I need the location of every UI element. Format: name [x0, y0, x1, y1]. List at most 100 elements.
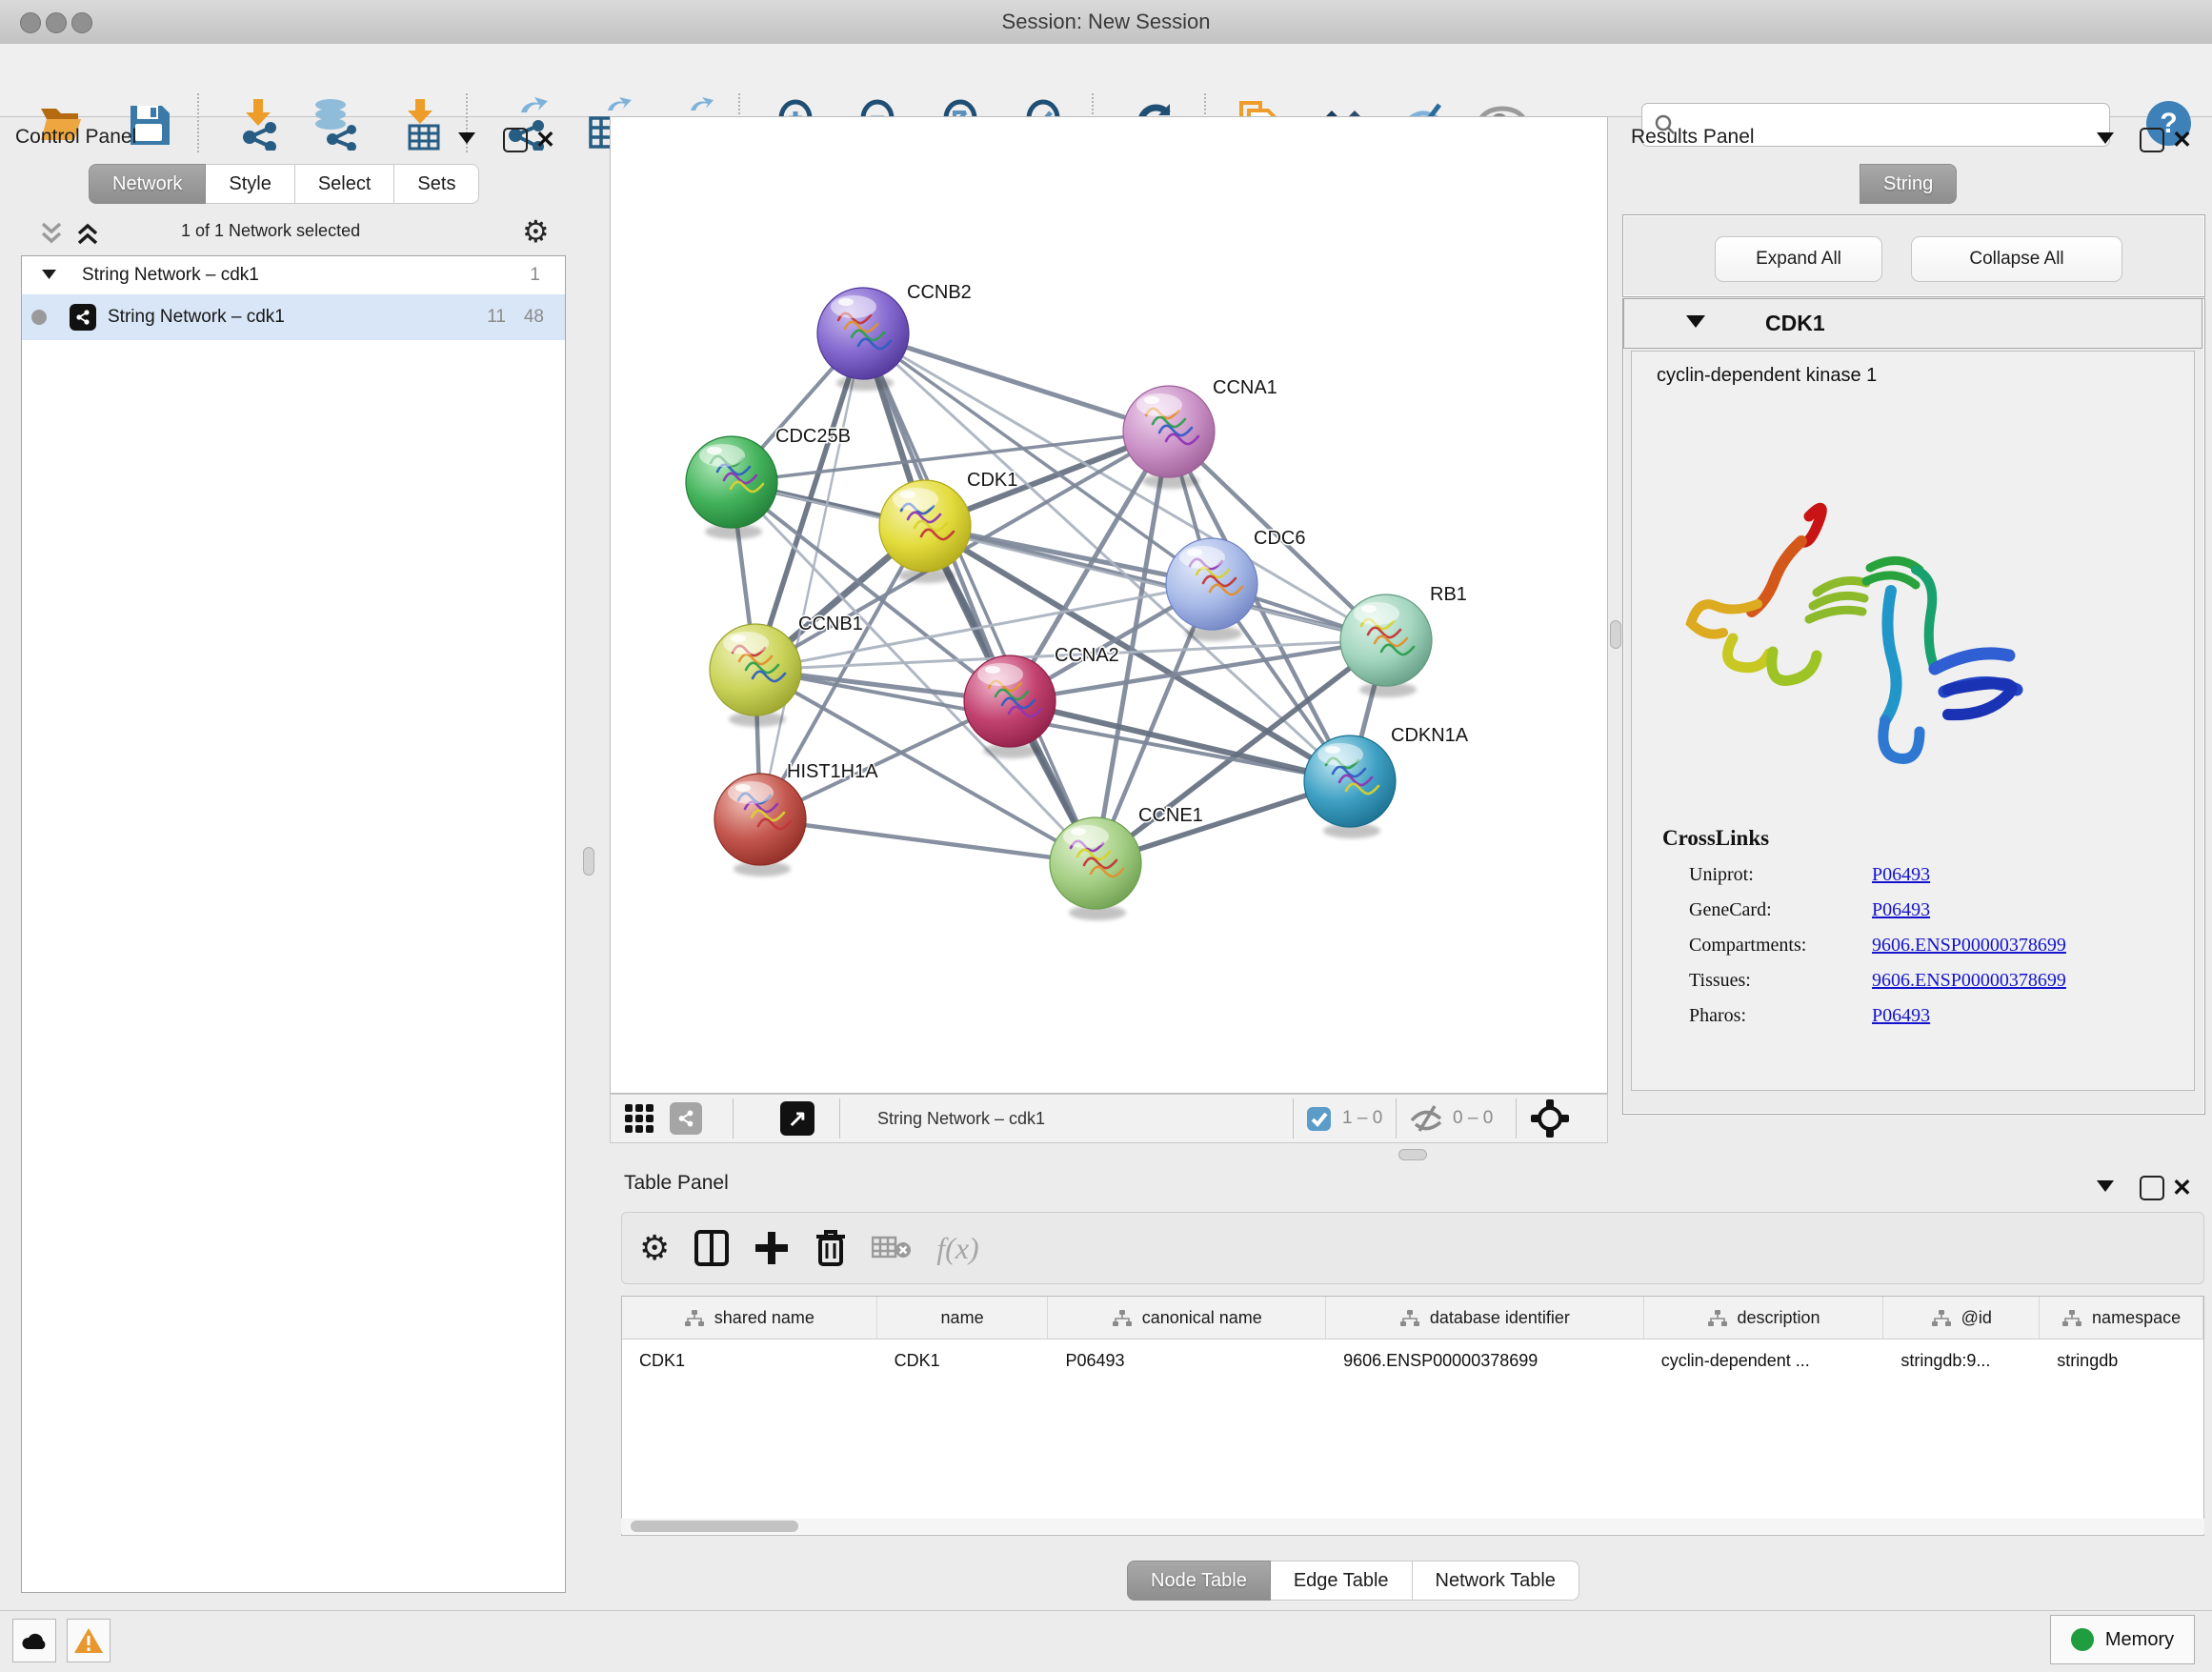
- selection-status: 1 of 1 Network selected: [181, 221, 360, 241]
- tab-sets[interactable]: Sets: [394, 164, 479, 204]
- fit-crosshair-icon[interactable]: [1531, 1095, 1569, 1142]
- toolbar-separator: [1516, 1098, 1517, 1138]
- import-network-file-icon[interactable]: [232, 97, 286, 151]
- column-header-databaseidentifier[interactable]: database identifier: [1326, 1297, 1644, 1339]
- expand-all-button[interactable]: Expand All: [1715, 236, 1882, 282]
- crosslink-link[interactable]: P06493: [1872, 899, 1930, 921]
- column-header-namespace[interactable]: namespace: [2040, 1297, 2203, 1339]
- edge-HIST1H1A-CCNE1[interactable]: [760, 819, 1096, 863]
- results-buttons-box: Expand All Collapse All: [1622, 214, 2205, 297]
- expand-all-chevron-icon[interactable]: [74, 221, 101, 251]
- tab-node-table[interactable]: Node Table: [1127, 1561, 1271, 1601]
- crosslink-link[interactable]: P06493: [1872, 1005, 1930, 1027]
- show-columns-icon[interactable]: [694, 1230, 729, 1266]
- tab-select[interactable]: Select: [295, 164, 395, 204]
- results-panel-float-icon[interactable]: [2140, 128, 2164, 152]
- node-gloss: [699, 444, 745, 467]
- detach-view-icon[interactable]: ↗: [780, 1095, 814, 1142]
- control-panel-float-icon[interactable]: [503, 128, 528, 152]
- node-gloss: [1179, 546, 1225, 569]
- crosslink-link[interactable]: 9606.ENSP00000378699: [1872, 970, 2066, 992]
- crosslink-link[interactable]: P06493: [1872, 864, 1930, 886]
- clear-table-icon[interactable]: [872, 1234, 912, 1262]
- table-cell[interactable]: cyclin-dependent ...: [1644, 1340, 1884, 1381]
- selected-checkbox-icon[interactable]: [1306, 1095, 1332, 1142]
- cloud-button[interactable]: [12, 1619, 56, 1662]
- column-header-id[interactable]: @id: [1883, 1297, 2040, 1339]
- control-panel-minimize-icon[interactable]: [457, 131, 476, 145]
- node-label-CCNA2: CCNA2: [1055, 645, 1119, 666]
- node-gloss-spot: [838, 298, 854, 306]
- node-gloss-spot: [1361, 605, 1377, 613]
- memory-button[interactable]: Memory: [2050, 1615, 2195, 1664]
- edge-CCNB2-CCNA1[interactable]: [863, 333, 1169, 432]
- function-builder-icon[interactable]: f(x): [936, 1231, 978, 1266]
- grid-view-icon[interactable]: [624, 1095, 654, 1142]
- import-network-database-icon[interactable]: [309, 97, 362, 151]
- network-row[interactable]: String Network – cdk1 11 48: [22, 294, 565, 340]
- table-row[interactable]: CDK1CDK1P064939606.ENSP00000378699cyclin…: [622, 1340, 2203, 1381]
- table-cell[interactable]: 9606.ENSP00000378699: [1326, 1340, 1644, 1381]
- table-panel-minimize-icon[interactable]: [2096, 1179, 2115, 1193]
- hidden-eye-icon[interactable]: [1409, 1095, 1445, 1142]
- table-hscrollbar[interactable]: [621, 1519, 2204, 1534]
- gene-entry-body: cyclin-dependent kinase 1 CrossLinks Uni…: [1631, 351, 2195, 1091]
- toolbar-separator: [197, 93, 199, 152]
- table-panel-close-icon[interactable]: ✕: [2172, 1174, 2192, 1202]
- collapse-all-button[interactable]: Collapse All: [1911, 236, 2122, 282]
- column-header-sharedname[interactable]: shared name: [622, 1297, 877, 1339]
- table-cell[interactable]: P06493: [1048, 1340, 1326, 1381]
- crosslink-link[interactable]: 9606.ENSP00000378699: [1872, 935, 2066, 957]
- edge-CCNB2-HIST1H1A[interactable]: [760, 333, 863, 819]
- collection-expander-icon[interactable]: [41, 265, 57, 286]
- warning-button[interactable]: [67, 1619, 111, 1662]
- toolbar-separator: [839, 1098, 840, 1138]
- results-panel-minimize-icon[interactable]: [2096, 131, 2115, 145]
- gene-name: CDK1: [1765, 311, 1825, 336]
- gene-expander-icon[interactable]: [1685, 314, 1706, 333]
- results-panel-close-icon[interactable]: ✕: [2172, 126, 2192, 154]
- column-header-description[interactable]: description: [1644, 1297, 1884, 1339]
- collection-count: 1: [530, 265, 540, 286]
- bottom-divider-handle[interactable]: [1398, 1149, 1427, 1160]
- network-canvas[interactable]: CCNB2CCNA1CDC25BCDK1CDC6RB1CCNB1CCNA2CDK…: [610, 116, 1608, 1094]
- node-gloss: [831, 295, 876, 318]
- tab-network[interactable]: Network: [89, 164, 206, 204]
- column-header-name[interactable]: name: [877, 1297, 1049, 1339]
- table-panel-float-icon[interactable]: [2140, 1176, 2164, 1200]
- node-label-CDC25B: CDC25B: [775, 426, 851, 447]
- edge-CCNA2-CDKN1A[interactable]: [1010, 701, 1350, 781]
- node-table[interactable]: shared namenamecanonical namedatabase id…: [621, 1296, 2204, 1536]
- table-options-gear-icon[interactable]: ⚙: [639, 1228, 670, 1268]
- tab-style[interactable]: Style: [206, 164, 294, 204]
- node-gloss: [1354, 602, 1399, 625]
- node-gloss-spot: [900, 491, 915, 498]
- table-cell[interactable]: CDK1: [622, 1340, 877, 1381]
- node-gloss-spot: [1144, 396, 1159, 404]
- tab-network-table[interactable]: Network Table: [1413, 1561, 1579, 1601]
- table-cell[interactable]: CDK1: [877, 1340, 1049, 1381]
- control-panel-title: Control Panel: [15, 126, 136, 149]
- hidden-node-edge-counts: 0 – 0: [1453, 1095, 1493, 1142]
- network-options-gear-icon[interactable]: ⚙: [522, 213, 550, 250]
- left-divider-handle[interactable]: [583, 847, 594, 876]
- import-table-icon[interactable]: [396, 97, 450, 151]
- column-header-canonicalname[interactable]: canonical name: [1048, 1297, 1326, 1339]
- memory-status-dot: [2071, 1628, 2094, 1651]
- table-cell[interactable]: stringdb: [2040, 1340, 2203, 1381]
- add-column-icon[interactable]: [754, 1230, 790, 1266]
- table-hscrollbar-thumb[interactable]: [631, 1521, 798, 1532]
- gene-entry-header[interactable]: CDK1: [1623, 298, 2202, 349]
- table-cell[interactable]: stringdb:9...: [1883, 1340, 2040, 1381]
- control-panel-close-icon[interactable]: ✕: [535, 126, 555, 154]
- collapse-all-chevron-icon[interactable]: [38, 221, 65, 251]
- right-divider-handle[interactable]: [1610, 620, 1621, 649]
- crosslink-label: Tissues:: [1689, 970, 1872, 992]
- string-view-icon[interactable]: [670, 1095, 702, 1142]
- tab-string[interactable]: String: [1860, 164, 1957, 204]
- network-collection-row[interactable]: String Network – cdk1 1: [22, 256, 565, 294]
- tab-edge-table[interactable]: Edge Table: [1271, 1561, 1413, 1601]
- delete-column-icon[interactable]: [814, 1229, 847, 1267]
- crosslinks-list: Uniprot:P06493GeneCard:P06493Compartment…: [1632, 864, 2194, 1027]
- edge-CCNB2-CCNE1[interactable]: [863, 333, 1096, 863]
